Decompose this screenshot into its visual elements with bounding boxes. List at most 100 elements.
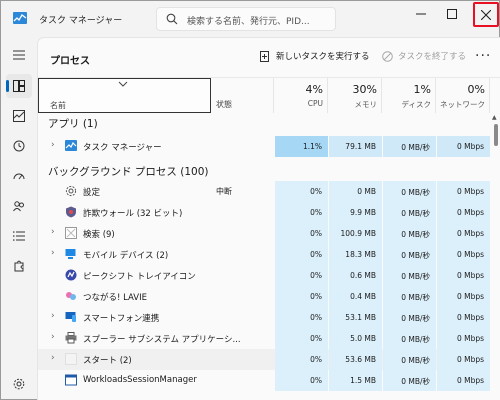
column-header-status[interactable]: 状態 <box>211 78 274 113</box>
process-name: ピークシフト トレイアイコン <box>83 272 196 282</box>
minimize-button[interactable] <box>406 2 436 26</box>
nav-processes[interactable] <box>6 74 32 98</box>
scrollbar-thumb[interactable] <box>494 124 498 146</box>
network-value: 0 Mbps <box>437 307 490 328</box>
cpu-value: 0% <box>275 223 328 244</box>
memory-value: 18.3 MB <box>329 244 382 265</box>
column-header-network[interactable]: 0% ネットワーク <box>436 78 490 113</box>
cpu-value: 0% <box>275 181 328 202</box>
table-row[interactable]: › モバイル デバイス (2) 0% 18.3 MB 0 MB/秒 0 Mbps <box>38 244 490 265</box>
startup-gauge-icon <box>13 173 25 180</box>
table-row[interactable]: 詐欺ウォール (32 ビット) 0% 9.9 MB 0 MB/秒 0 Mbps <box>38 202 490 223</box>
cpu-total: 4% <box>305 83 323 96</box>
memory-value: 9.9 MB <box>329 202 382 223</box>
network-value: 0 Mbps <box>437 136 490 157</box>
mobile-devices-icon <box>65 249 76 259</box>
memory-value: 53.1 MB <box>329 307 382 328</box>
process-name: モバイル デバイス (2) <box>83 251 169 261</box>
table-row[interactable]: › スマートフォン連携 0% 53.1 MB 0 MB/秒 0 Mbps <box>38 307 490 328</box>
process-name: 詐欺ウォール (32 ビット) <box>83 209 183 219</box>
expand-chevron-icon[interactable]: › <box>51 227 59 237</box>
settings-gear-icon <box>13 378 25 390</box>
disk-value: 0 MB/秒 <box>383 265 436 286</box>
nav-settings[interactable] <box>6 372 32 396</box>
memory-value: 0.6 MB <box>329 265 382 286</box>
network-value: 0 Mbps <box>437 370 490 391</box>
column-header-memory[interactable]: 30% メモリ <box>328 78 382 113</box>
end-task-button[interactable]: タスクを終了する <box>382 50 466 62</box>
expand-chevron-icon[interactable]: › <box>51 332 59 342</box>
new-task-icon <box>260 50 269 62</box>
table-row[interactable]: つながる! LAVIE 0% 0.4 MB 0 MB/秒 0 Mbps <box>38 286 490 307</box>
network-value: 0 Mbps <box>437 223 490 244</box>
disk-value: 0 MB/秒 <box>383 202 436 223</box>
history-icon <box>13 140 25 152</box>
disk-value: 0 MB/秒 <box>383 370 436 391</box>
column-status-label: 状態 <box>216 100 232 109</box>
nav-details[interactable] <box>6 224 32 248</box>
nav-app-history[interactable] <box>6 134 32 158</box>
nav-performance[interactable] <box>6 104 32 128</box>
chevron-down-icon <box>118 81 128 87</box>
end-task-label: タスクを終了する <box>398 52 467 62</box>
disk-value: 0 MB/秒 <box>383 244 436 265</box>
users-icon <box>13 201 24 212</box>
hamburger-menu-button[interactable] <box>6 43 32 67</box>
run-new-task-button[interactable]: 新しいタスクを実行する <box>260 50 370 62</box>
expand-chevron-icon[interactable]: › <box>51 353 59 363</box>
run-new-task-label: 新しいタスクを実行する <box>276 52 370 62</box>
app-window-icon <box>65 374 77 386</box>
cpu-value: 0% <box>275 265 328 286</box>
column-header-cpu[interactable]: 4% CPU <box>274 78 328 113</box>
network-value: 0 Mbps <box>437 349 490 370</box>
expand-chevron-icon[interactable]: › <box>51 311 59 321</box>
disk-value: 0 MB/秒 <box>383 181 436 202</box>
nav-startup-apps[interactable] <box>6 164 32 188</box>
network-total: 0% <box>467 83 485 96</box>
cpu-value: 0% <box>275 328 328 349</box>
table-row[interactable]: ピークシフト トレイアイコン 0% 0.6 MB 0 MB/秒 0 Mbps <box>38 265 490 286</box>
expand-chevron-icon[interactable]: › <box>51 140 59 150</box>
process-name: スタート (2) <box>83 356 132 366</box>
process-name: WorkloadsSessionManager <box>83 375 197 385</box>
memory-value: 53.6 MB <box>329 349 382 370</box>
column-header-name[interactable]: 名前 <box>38 78 211 113</box>
close-button[interactable] <box>473 2 499 27</box>
nav-services[interactable] <box>6 254 32 278</box>
details-list-icon <box>13 231 25 241</box>
task-manager-icon <box>65 140 77 151</box>
settings-gear-icon <box>65 185 77 197</box>
network-value: 0 Mbps <box>437 244 490 265</box>
cpu-value: 0% <box>275 349 328 370</box>
expand-chevron-icon[interactable]: › <box>51 248 59 258</box>
disk-value: 0 MB/秒 <box>383 307 436 328</box>
process-name: スプーラー サブシステム アプリケーシ... <box>83 335 241 345</box>
table-row[interactable]: WorkloadsSessionManager 0% 1.5 MB 0 MB/秒… <box>38 370 490 391</box>
more-options-button[interactable]: ··· <box>475 48 491 64</box>
cpu-value: 0% <box>275 370 328 391</box>
printer-icon <box>65 332 77 344</box>
section-apps: アプリ (1) <box>48 118 98 130</box>
memory-value: 0 MB <box>329 181 382 202</box>
search-app-icon <box>65 227 77 239</box>
memory-label: メモリ <box>354 100 378 109</box>
nav-users[interactable] <box>6 194 32 218</box>
disk-label: ディスク <box>401 100 431 109</box>
process-name: 検索 (9) <box>83 230 115 240</box>
table-row[interactable]: › 検索 (9) 0% 100.9 MB 0 MB/秒 0 Mbps <box>38 223 490 244</box>
search-placeholder: 検索する名前、発行元、PID... <box>187 17 310 27</box>
disk-value: 0 MB/秒 <box>383 223 436 244</box>
network-value: 0 Mbps <box>437 328 490 349</box>
hamburger-icon <box>13 50 25 60</box>
search-box[interactable]: 検索する名前、発行元、PID... <box>156 7 336 31</box>
table-row[interactable]: 設定 中断 0% 0 MB 0 MB/秒 0 Mbps <box>38 181 490 202</box>
table-row[interactable]: › スタート (2) 0% 53.6 MB 0 MB/秒 0 Mbps <box>38 349 490 370</box>
table-row[interactable]: › スプーラー サブシステム アプリケーシ... 0% 5.0 MB 0 MB/… <box>38 328 490 349</box>
scroll-up-arrow[interactable]: ▲ <box>492 114 497 121</box>
maximize-button[interactable] <box>437 2 467 26</box>
processes-icon <box>13 80 25 92</box>
table-row[interactable]: › タスク マネージャー 1.1% 79.1 MB 0 MB/秒 0 Mbps <box>38 136 490 157</box>
task-manager-window: タスク マネージャー 検索する名前、発行元、PID... プロセス 新しいタスク… <box>0 0 500 400</box>
column-header-disk[interactable]: 1% ディスク <box>382 78 436 113</box>
cpu-label: CPU <box>307 99 323 108</box>
